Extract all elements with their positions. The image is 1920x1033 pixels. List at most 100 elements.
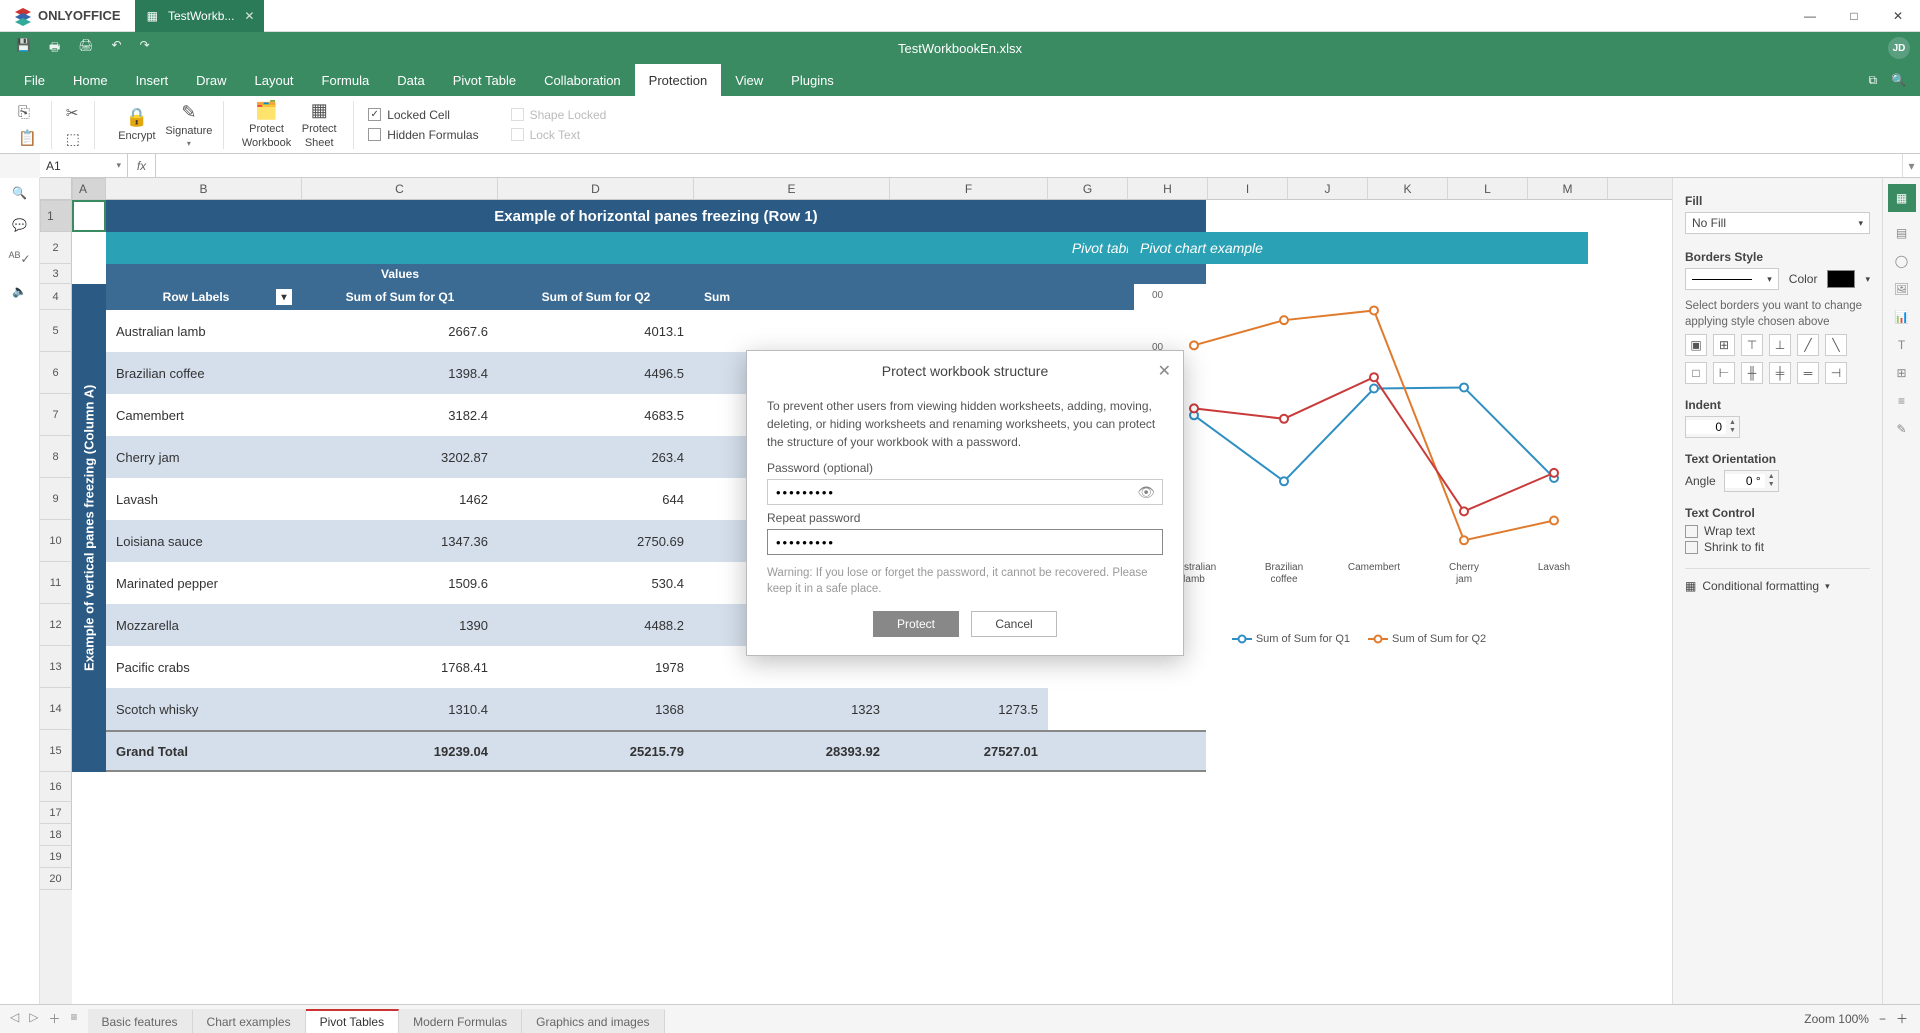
- col-header-E[interactable]: E: [694, 178, 890, 199]
- first-sheet-icon[interactable]: ◁: [10, 1010, 19, 1027]
- close-icon[interactable]: ✕: [244, 9, 254, 23]
- row-header-7[interactable]: 7: [40, 394, 72, 436]
- shape-panel-icon[interactable]: ◯: [1895, 254, 1908, 268]
- quickprint-icon[interactable]: 🖨: [78, 38, 93, 59]
- tab-draw[interactable]: Draw: [182, 64, 240, 96]
- zoom-in-icon[interactable]: ＋: [1896, 1010, 1908, 1027]
- close-icon[interactable]: ✕: [1158, 361, 1171, 381]
- col-header-J[interactable]: J: [1288, 178, 1368, 199]
- tab-protection[interactable]: Protection: [635, 64, 722, 96]
- chart-panel-icon[interactable]: 📊: [1894, 310, 1909, 324]
- sheet-tab[interactable]: Modern Formulas: [399, 1009, 522, 1033]
- check-hidden-formulas[interactable]: Hidden Formulas: [368, 128, 478, 142]
- undo-icon[interactable]: ↶: [112, 38, 122, 59]
- pivot-panel-icon[interactable]: ⊞: [1896, 366, 1906, 380]
- indent-spinner[interactable]: ▲▼: [1685, 416, 1740, 438]
- check-shrink[interactable]: Shrink to fit: [1685, 540, 1870, 554]
- check-locked-cell[interactable]: ✓Locked Cell: [368, 108, 478, 122]
- protect-workbook-button[interactable]: 🗂️ProtectWorkbook: [242, 101, 291, 149]
- encrypt-button[interactable]: 🔒Encrypt: [113, 101, 161, 149]
- comments-icon[interactable]: 💬: [12, 218, 27, 232]
- border-diag2-icon[interactable]: ╲: [1825, 334, 1847, 356]
- row-header-13[interactable]: 13: [40, 646, 72, 688]
- col-header-K[interactable]: K: [1368, 178, 1448, 199]
- image-panel-icon[interactable]: 🖼: [1894, 282, 1909, 296]
- tab-insert[interactable]: Insert: [122, 64, 183, 96]
- paste-icon[interactable]: 📋: [12, 126, 43, 150]
- cond-format-button[interactable]: ▦Conditional formatting▾: [1685, 568, 1870, 593]
- row-header-12[interactable]: 12: [40, 604, 72, 646]
- row-header-5[interactable]: 5: [40, 310, 72, 352]
- border-mid-icon[interactable]: ═: [1797, 362, 1819, 384]
- tab-formula[interactable]: Formula: [308, 64, 384, 96]
- row-header-18[interactable]: 18: [40, 824, 72, 846]
- tab-file[interactable]: File: [10, 64, 59, 96]
- search-icon[interactable]: 🔍: [1891, 73, 1906, 87]
- spellcheck-icon[interactable]: AB✓: [8, 250, 30, 266]
- border-all-icon[interactable]: ⊞: [1713, 334, 1735, 356]
- row-header-17[interactable]: 17: [40, 802, 72, 824]
- sheet-list-icon[interactable]: ≡: [70, 1010, 77, 1027]
- tab-data[interactable]: Data: [383, 64, 438, 96]
- row-header-11[interactable]: 11: [40, 562, 72, 604]
- name-box[interactable]: A1: [40, 154, 128, 177]
- document-tab[interactable]: ▦ TestWorkb... ✕: [135, 0, 265, 32]
- minimize-button[interactable]: ―: [1788, 0, 1832, 32]
- row-header-16[interactable]: 16: [40, 772, 72, 802]
- add-sheet-icon[interactable]: ＋: [48, 1010, 60, 1027]
- slicer-panel-icon[interactable]: ≡: [1898, 394, 1905, 408]
- cancel-button[interactable]: Cancel: [971, 611, 1057, 637]
- password-input[interactable]: [767, 479, 1163, 505]
- sheet-tab[interactable]: Chart examples: [193, 1009, 306, 1033]
- copy-icon[interactable]: ⎘: [12, 101, 43, 124]
- zoom-out-icon[interactable]: −: [1879, 1012, 1886, 1026]
- border-inh-icon[interactable]: ╪: [1769, 362, 1791, 384]
- col-header-C[interactable]: C: [302, 178, 498, 199]
- select-icon[interactable]: ⬚: [60, 127, 86, 151]
- sheet-tab[interactable]: Basic features: [88, 1009, 193, 1033]
- next-sheet-icon[interactable]: ▷: [29, 1010, 38, 1027]
- row-header-15[interactable]: 15: [40, 730, 72, 772]
- check-wrap[interactable]: Wrap text: [1685, 524, 1870, 538]
- tab-layout[interactable]: Layout: [241, 64, 308, 96]
- row-header-10[interactable]: 10: [40, 520, 72, 562]
- search-icon[interactable]: 🔍: [12, 186, 27, 200]
- border-right-icon[interactable]: ⊣: [1825, 362, 1847, 384]
- close-button[interactable]: ✕: [1876, 0, 1920, 32]
- color-swatch[interactable]: [1827, 270, 1855, 288]
- text-panel-icon[interactable]: T: [1898, 338, 1905, 352]
- save-icon[interactable]: 💾: [16, 38, 31, 59]
- row-header-8[interactable]: 8: [40, 436, 72, 478]
- row-labels-header[interactable]: Row Labels▾: [106, 284, 302, 310]
- row-header-3[interactable]: 3: [40, 264, 72, 284]
- cut-icon[interactable]: ✂: [60, 101, 86, 125]
- print-icon[interactable]: 🖶: [49, 38, 60, 59]
- border-style-select[interactable]: ▾: [1685, 268, 1779, 290]
- border-diag1-icon[interactable]: ╱: [1797, 334, 1819, 356]
- signature-panel-icon[interactable]: ✎: [1896, 422, 1906, 436]
- cell-panel-icon[interactable]: ▦: [1888, 184, 1916, 212]
- row-header-6[interactable]: 6: [40, 352, 72, 394]
- fx-icon[interactable]: fx: [128, 154, 156, 177]
- row-header-19[interactable]: 19: [40, 846, 72, 868]
- border-inv-icon[interactable]: ╫: [1741, 362, 1763, 384]
- user-avatar[interactable]: JD: [1888, 37, 1910, 59]
- row-header-9[interactable]: 9: [40, 478, 72, 520]
- redo-icon[interactable]: ↷: [140, 38, 150, 59]
- protect-button[interactable]: Protect: [873, 611, 959, 637]
- col-header-G[interactable]: G: [1048, 178, 1128, 199]
- open-location-icon[interactable]: ⧉: [1868, 73, 1877, 88]
- angle-spinner[interactable]: ▲▼: [1724, 470, 1779, 492]
- col-header-H[interactable]: H: [1128, 178, 1208, 199]
- tab-view[interactable]: View: [721, 64, 777, 96]
- tab-home[interactable]: Home: [59, 64, 122, 96]
- repeat-password-input[interactable]: [767, 529, 1163, 555]
- col-header-A[interactable]: A: [72, 178, 106, 200]
- col-header-F[interactable]: F: [890, 178, 1048, 199]
- tab-collab[interactable]: Collaboration: [530, 64, 635, 96]
- row-header-4[interactable]: 4: [40, 284, 72, 310]
- row-header-20[interactable]: 20: [40, 868, 72, 890]
- col-header-B[interactable]: B: [106, 178, 302, 199]
- border-outer-icon[interactable]: ▣: [1685, 334, 1707, 356]
- signature-button[interactable]: ✎Signature▾: [165, 101, 213, 149]
